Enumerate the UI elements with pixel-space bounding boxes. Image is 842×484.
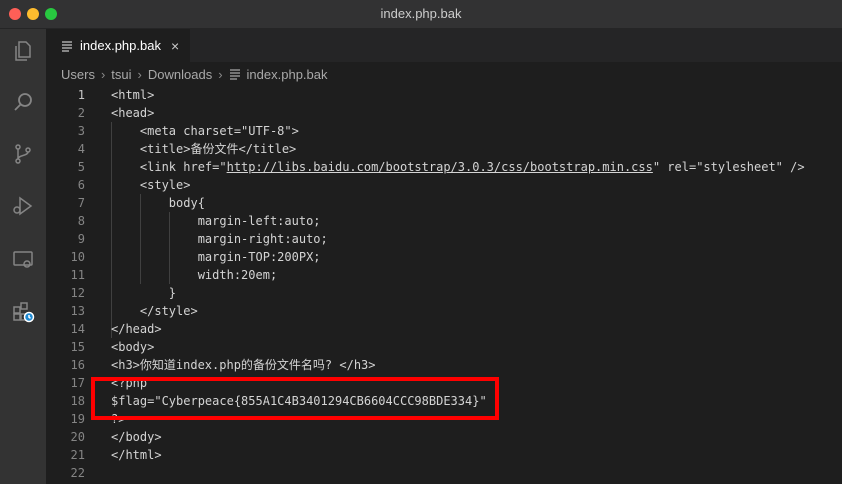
code-text: </body> [111, 430, 162, 444]
run-debug-icon[interactable] [8, 191, 38, 221]
line-number: 20 [70, 430, 85, 444]
line-number: 9 [77, 232, 85, 246]
file-lines-icon [62, 40, 72, 52]
code-text: </style> [111, 304, 198, 318]
line-number: 1 [77, 88, 85, 102]
code-text-post: " rel="stylesheet" /> [652, 160, 805, 174]
line-number: 19 [70, 412, 85, 426]
line-number: 10 [70, 250, 85, 264]
code-text: width:20em; [111, 268, 278, 282]
code-text: </head> [111, 322, 162, 336]
tabs-bar: index.php.bak × [46, 29, 842, 62]
files-icon[interactable] [8, 36, 38, 66]
line-number: 21 [70, 448, 85, 462]
breadcrumb-separator: › [100, 66, 106, 82]
breadcrumb-tsui[interactable]: tsui [111, 67, 131, 82]
breadcrumb: Users › tsui › Downloads › index.php.bak [46, 62, 842, 86]
extensions-icon[interactable] [8, 297, 38, 327]
line-number: 17 [70, 376, 85, 390]
breadcrumb-file[interactable]: index.php.bak [247, 67, 328, 82]
line-number: 6 [77, 178, 85, 192]
code-text: margin-TOP:200PX; [111, 250, 321, 264]
line-number: 18 [70, 394, 85, 408]
line-number: 2 [77, 106, 85, 120]
breadcrumb-downloads[interactable]: Downloads [148, 67, 212, 82]
breadcrumb-separator: › [137, 66, 142, 82]
code-text: </html> [111, 448, 162, 462]
code-text: margin-right:auto; [111, 232, 328, 246]
close-tab-icon[interactable]: × [171, 38, 179, 54]
line-number: 5 [77, 160, 85, 174]
code-text: <style> [111, 178, 191, 192]
breadcrumb-separator: › [218, 66, 223, 82]
code-text: margin-left:auto; [111, 214, 321, 228]
line-number: 16 [70, 358, 85, 372]
line-number: 12 [70, 286, 85, 300]
line-number: 22 [70, 466, 85, 480]
breadcrumb-users[interactable]: Users [61, 67, 95, 82]
code-text: <body> [111, 340, 155, 354]
code-text: body{ [111, 196, 205, 210]
line-number: 3 [77, 124, 85, 138]
line-number: 13 [70, 304, 85, 318]
source-control-icon[interactable] [8, 139, 38, 169]
stylesheet-link[interactable]: http://libs.baidu.com/bootstrap/3.0.3/cs… [227, 160, 653, 174]
flag-highlight-box [91, 377, 499, 420]
activity-bar [0, 29, 46, 484]
line-number: 11 [70, 268, 85, 282]
code-text-pre: <link href=" [111, 160, 227, 174]
line-number: 15 [70, 340, 85, 354]
code-text: <html> [111, 88, 155, 102]
line-number: 4 [77, 142, 85, 156]
line-number: 14 [70, 322, 85, 336]
code-text: } [111, 286, 177, 300]
line-number: 8 [77, 214, 85, 228]
code-text: <h3>你知道index.php的备份文件名吗? </h3> [111, 358, 376, 372]
remote-explorer-icon[interactable] [8, 245, 38, 275]
tab-label: index.php.bak [80, 38, 161, 53]
code-text: <head> [111, 106, 155, 120]
title-bar: index.php.bak [0, 0, 842, 29]
code-text: <title>备份文件</title> [111, 142, 297, 156]
search-icon[interactable] [8, 87, 38, 117]
file-lines-icon [229, 69, 240, 80]
tab-index-php-bak[interactable]: index.php.bak × [46, 29, 190, 62]
code-text: <meta charset="UTF-8"> [111, 124, 299, 138]
code-text: <link href="http://libs.baidu.com/bootst… [111, 158, 805, 176]
line-number: 7 [77, 196, 85, 210]
window-title: index.php.bak [380, 6, 462, 21]
code-editor[interactable]: 1 <html> 2 <head> 3 <meta charset="UTF-8"> 4 … [46, 86, 842, 484]
